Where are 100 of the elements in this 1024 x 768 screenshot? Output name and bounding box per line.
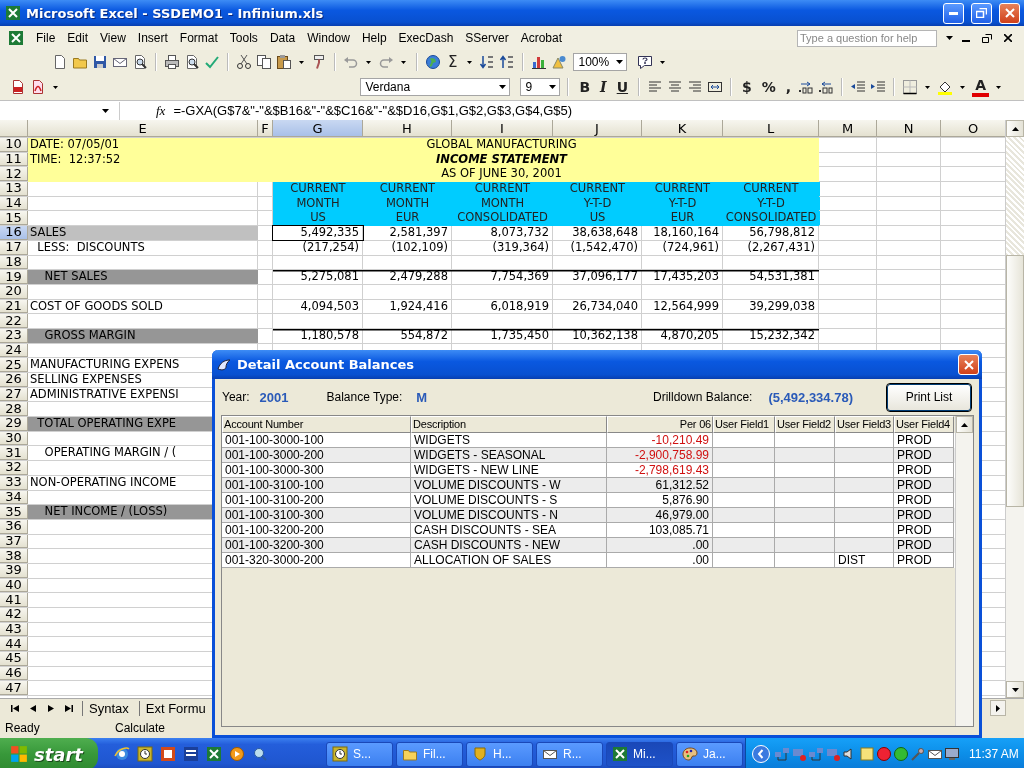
borders-icon[interactable] bbox=[902, 79, 919, 95]
presentation-icon[interactable] bbox=[160, 746, 176, 762]
note-icon[interactable] bbox=[859, 746, 875, 762]
row-header[interactable]: 13 bbox=[0, 182, 28, 196]
vertical-scrollbar[interactable] bbox=[1005, 120, 1024, 698]
minimize-button[interactable] bbox=[943, 2, 964, 24]
decrease-decimal-icon[interactable] bbox=[818, 79, 835, 95]
value-cell[interactable]: 5,492,335 bbox=[273, 226, 363, 240]
scroll-down-icon[interactable] bbox=[1011, 687, 1019, 692]
menu-item[interactable]: Insert bbox=[131, 29, 174, 47]
clock-icon[interactable] bbox=[137, 746, 153, 762]
caret-icon[interactable] bbox=[401, 60, 406, 64]
menu-item[interactable]: SServer bbox=[459, 29, 515, 47]
globe-icon[interactable] bbox=[425, 54, 441, 70]
expand-tray-icon[interactable] bbox=[752, 745, 770, 763]
caret-icon[interactable] bbox=[960, 85, 966, 89]
column-header[interactable]: O bbox=[941, 120, 1005, 137]
value-cell[interactable]: 8,073,732 bbox=[452, 226, 553, 240]
column-header[interactable]: M bbox=[819, 120, 877, 137]
sheet-tab[interactable]: Syntax bbox=[82, 700, 135, 716]
value-cell[interactable]: 54,531,381 bbox=[723, 270, 819, 284]
value-cell[interactable]: (217,254) bbox=[273, 240, 363, 255]
column-header[interactable]: J bbox=[553, 120, 642, 137]
row-header[interactable]: 32 bbox=[0, 461, 28, 475]
fill-color-icon[interactable] bbox=[937, 79, 954, 95]
row-header[interactable]: 28 bbox=[0, 402, 28, 417]
menu-item[interactable]: Window bbox=[301, 29, 356, 47]
percent-button[interactable]: % bbox=[758, 77, 779, 97]
column-header[interactable]: Per 06 bbox=[607, 416, 713, 433]
value-cell[interactable]: (1,542,470) bbox=[553, 240, 642, 255]
value-cell[interactable]: 1,924,416 bbox=[363, 299, 452, 314]
restore-icon[interactable] bbox=[982, 33, 992, 43]
value-cell[interactable]: 2,479,288 bbox=[363, 270, 452, 284]
row-header[interactable]: 41 bbox=[0, 593, 28, 607]
increase-decimal-icon[interactable] bbox=[798, 79, 815, 95]
value-cell[interactable]: 4,870,205 bbox=[642, 328, 723, 343]
spreadsheet-icon[interactable] bbox=[206, 746, 222, 762]
row-header[interactable]: 26 bbox=[0, 373, 28, 387]
paste-icon[interactable] bbox=[276, 54, 292, 70]
last-sheet-icon[interactable] bbox=[65, 704, 73, 712]
scroll-thumb[interactable] bbox=[1006, 255, 1024, 507]
menu-item[interactable]: File bbox=[30, 29, 62, 47]
tray-icon[interactable] bbox=[876, 746, 892, 762]
value-cell[interactable]: 38,638,648 bbox=[553, 226, 642, 240]
row-header[interactable]: 10 bbox=[0, 138, 28, 152]
value-cell[interactable]: 554,872 bbox=[363, 328, 452, 343]
value-cell[interactable]: 18,160,164 bbox=[642, 226, 723, 240]
column-header[interactable]: N bbox=[877, 120, 941, 137]
column-header[interactable]: L bbox=[723, 120, 819, 137]
function-label[interactable]: fx bbox=[156, 102, 166, 119]
close-button[interactable] bbox=[958, 354, 979, 375]
column-header[interactable]: E bbox=[28, 120, 258, 137]
browser-icon[interactable] bbox=[114, 746, 130, 762]
menu-item[interactable]: Data bbox=[263, 29, 302, 47]
print-preview-icon[interactable] bbox=[184, 54, 200, 70]
row-header[interactable]: 38 bbox=[0, 549, 28, 563]
pdf-document-icon[interactable] bbox=[30, 79, 46, 95]
caret-icon[interactable] bbox=[467, 60, 473, 64]
column-header[interactable]: User Field4 bbox=[894, 416, 954, 433]
caret-icon[interactable] bbox=[53, 85, 58, 89]
value-cell[interactable]: 12,564,999 bbox=[642, 299, 723, 314]
sheet-tab[interactable]: Ext Formu bbox=[138, 700, 212, 716]
restore-button[interactable] bbox=[971, 2, 992, 24]
next-sheet-icon[interactable] bbox=[47, 704, 55, 712]
caret-icon[interactable] bbox=[925, 85, 931, 89]
previous-sheet-icon[interactable] bbox=[29, 704, 37, 712]
value-cell[interactable]: 1,735,450 bbox=[452, 328, 553, 343]
column-header[interactable]: G bbox=[273, 120, 363, 137]
print-list-button[interactable]: Print List bbox=[887, 383, 971, 411]
menu-item[interactable]: Tools bbox=[223, 29, 264, 47]
help-search-field[interactable]: Type a question for help bbox=[797, 29, 937, 47]
increase-indent-icon[interactable] bbox=[870, 79, 887, 95]
copy-icon[interactable] bbox=[256, 54, 272, 70]
column-header[interactable]: I bbox=[452, 120, 553, 137]
first-sheet-icon[interactable] bbox=[11, 704, 19, 712]
caret-icon[interactable] bbox=[946, 36, 953, 40]
menu-item[interactable]: Help bbox=[355, 29, 393, 47]
taskbar-button[interactable]: Mi... bbox=[606, 741, 673, 767]
value-cell[interactable]: 26,734,040 bbox=[553, 299, 642, 314]
menu-item[interactable]: Edit bbox=[61, 29, 95, 47]
save-icon[interactable] bbox=[92, 54, 108, 70]
row-header[interactable]: 25 bbox=[0, 358, 28, 372]
column-header[interactable]: H bbox=[363, 120, 452, 137]
font-dropdown[interactable]: Verdana bbox=[360, 78, 511, 96]
row-header[interactable]: 12 bbox=[0, 167, 28, 182]
cut-icon[interactable] bbox=[236, 54, 252, 70]
printer-icon[interactable] bbox=[164, 54, 180, 70]
value-cell[interactable]: 10,362,138 bbox=[553, 328, 642, 343]
caret-icon[interactable] bbox=[660, 60, 666, 64]
value-cell[interactable]: (724,961) bbox=[642, 240, 723, 255]
close-button[interactable] bbox=[999, 2, 1020, 24]
column-header[interactable]: K bbox=[642, 120, 723, 137]
value-cell[interactable]: 39,299,038 bbox=[723, 299, 819, 314]
row-header[interactable]: 22 bbox=[0, 314, 28, 328]
align-center-icon[interactable] bbox=[667, 79, 684, 95]
start-button[interactable]: start bbox=[0, 738, 98, 768]
value-cell[interactable]: 15,232,342 bbox=[723, 328, 819, 343]
value-cell[interactable]: 5,275,081 bbox=[273, 270, 363, 284]
tools-icon[interactable] bbox=[910, 746, 926, 762]
value-cell[interactable]: 17,435,203 bbox=[642, 270, 723, 284]
